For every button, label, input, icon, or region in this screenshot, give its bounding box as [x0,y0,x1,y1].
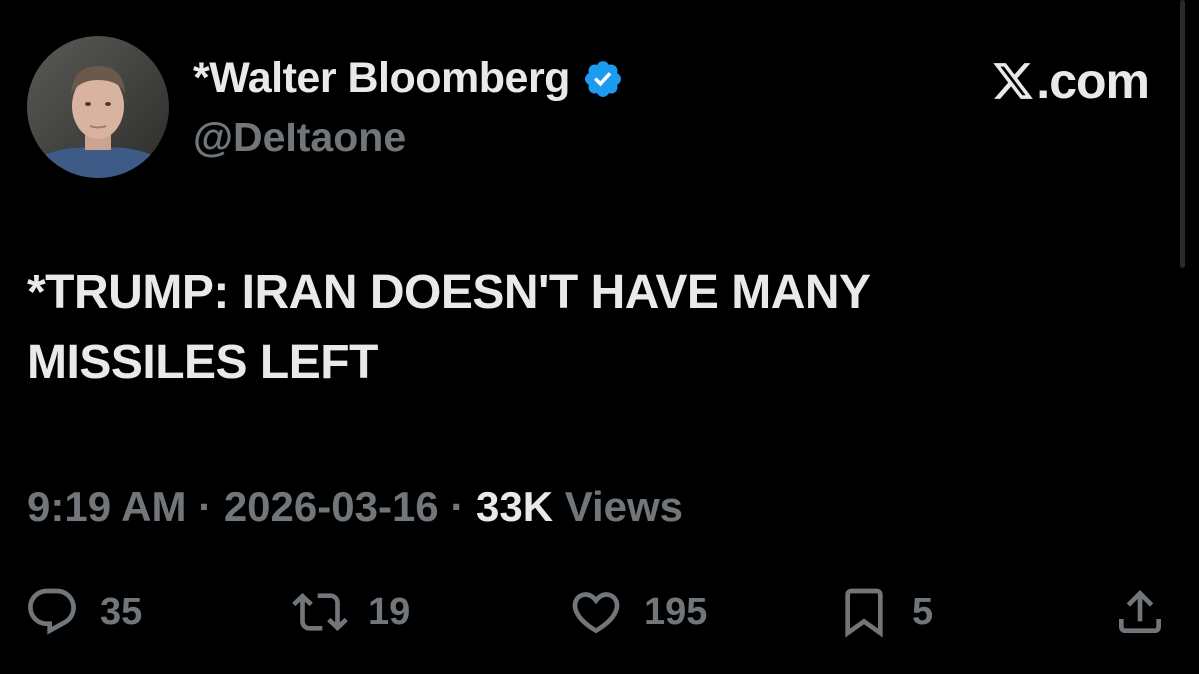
avatar-photo [27,36,169,178]
tweet-date[interactable]: 2026-03-16 [224,483,439,530]
share-button[interactable] [1112,580,1168,644]
tweet-line-2: MISSILES LEFT [27,336,378,389]
repost-button[interactable]: 19 [292,580,410,644]
source-brand: .com [991,52,1150,110]
reply-icon [28,588,76,635]
author-handle[interactable]: @DeItaone [193,114,406,161]
meta-separator: · [438,483,476,530]
reply-button[interactable]: 35 [24,580,142,644]
reply-count: 35 [100,590,143,633]
meta-separator: · [186,483,224,530]
repost-icon [292,593,348,631]
like-count: 195 [644,590,708,633]
repost-count: 19 [368,590,411,633]
x-logo-icon [993,63,1034,99]
author-name-row[interactable]: *Walter Bloomberg [193,54,624,103]
verified-badge-icon [585,60,621,97]
share-icon [1119,590,1161,633]
source-domain: .com [1036,53,1150,109]
views-label: Views [553,483,684,530]
tweet-text: *TRUMP: IRAN DOESN'T HAVE MANY MISSILES … [27,258,1127,398]
bookmark-count: 5 [912,590,934,633]
heart-icon [572,592,620,634]
avatar[interactable] [27,36,169,178]
tweet-line-1: *TRUMP: IRAN DOESN'T HAVE MANY [27,266,871,319]
display-name[interactable]: *Walter Bloomberg [193,54,570,103]
action-bar: 35 19 195 5 [0,580,1199,644]
bookmark-button[interactable]: 5 [836,580,933,644]
tweet-time[interactable]: 9:19 AM [27,483,187,530]
tweet-metadata: 9:19 AM · 2026-03-16 · 33K Views [27,483,683,531]
bookmark-icon [845,588,883,638]
views-count: 33K [476,483,554,530]
scrollbar[interactable] [1180,0,1185,268]
like-button[interactable]: 195 [568,580,707,644]
